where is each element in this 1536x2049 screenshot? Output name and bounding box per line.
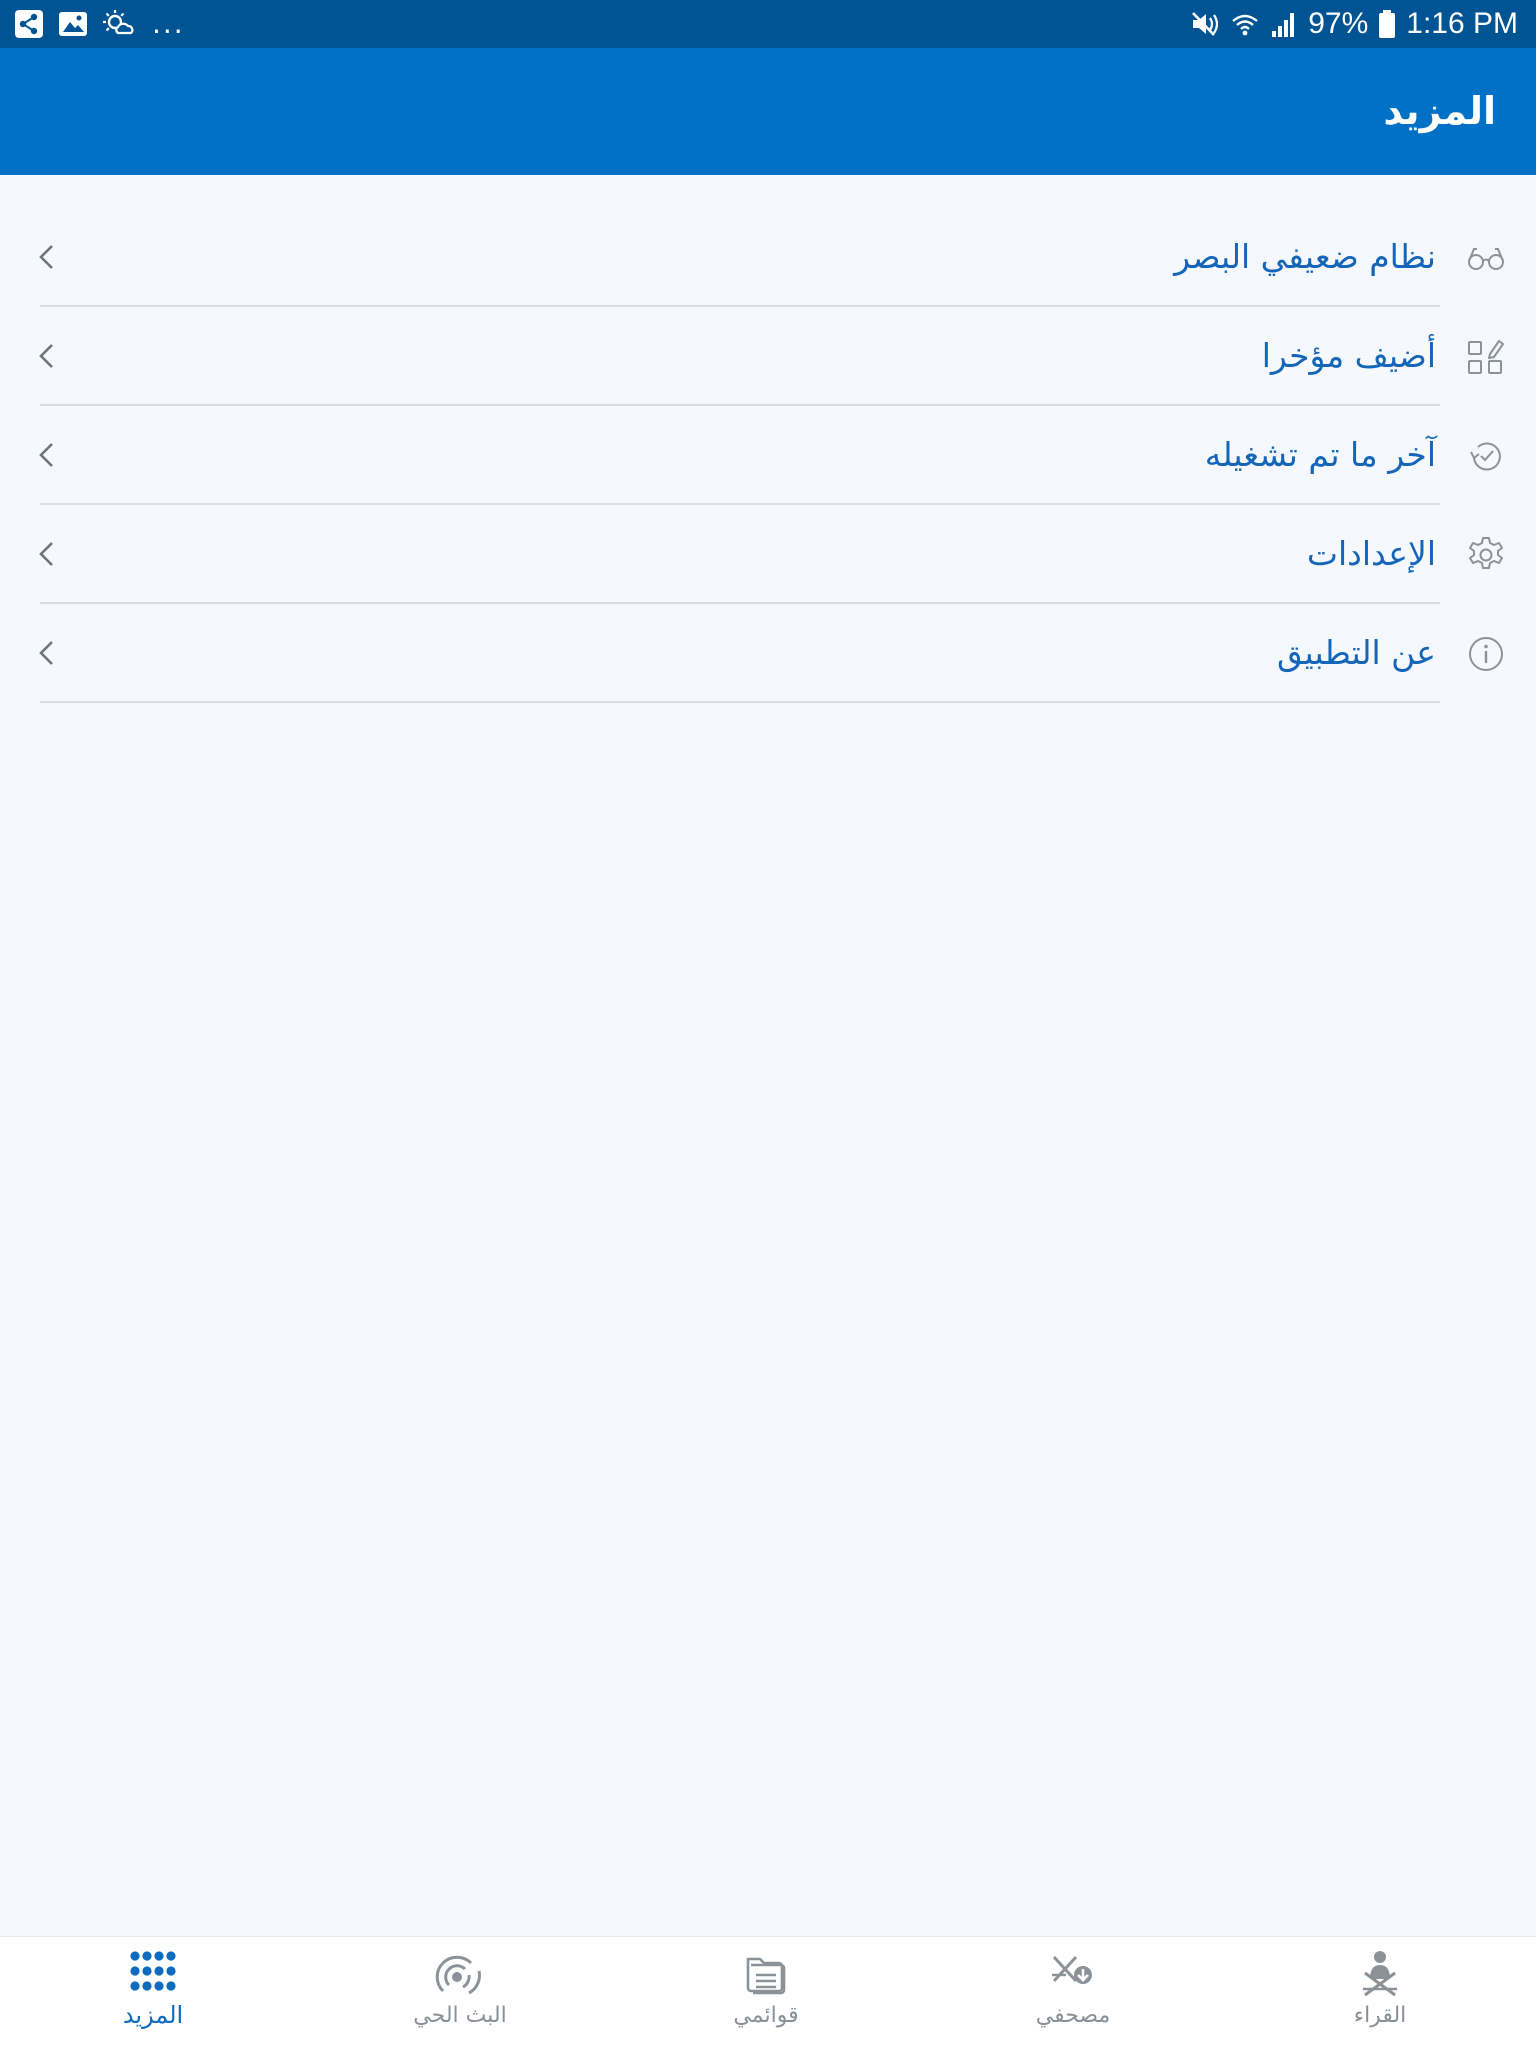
menu-item-label: الإعدادات — [1306, 534, 1436, 573]
status-bar: ... 97% 1:16 PM — [0, 0, 1536, 48]
nav-tab-playlists[interactable]: قوائمي — [666, 1937, 866, 2049]
app-bar: المزيد — [0, 48, 1536, 175]
status-bar-notifications: ... — [14, 6, 185, 42]
reciter-icon — [1363, 1951, 1397, 1997]
more-dots-icon — [130, 1951, 176, 1991]
share-icon — [14, 9, 44, 39]
menu-item-recently-added[interactable]: أضيف مؤخرا — [0, 307, 1536, 406]
nav-label: البث الحي — [413, 2003, 507, 2028]
more-menu-list: نظام ضعيفي البصر أضيف مؤخرا آخر ما تم تش… — [0, 208, 1536, 703]
mute-icon — [1190, 9, 1220, 39]
history-icon — [1466, 436, 1506, 476]
wifi-icon — [1230, 9, 1260, 39]
playlists-icon — [746, 1957, 786, 1995]
weather-icon — [102, 9, 136, 39]
nav-tab-live-broadcast[interactable]: البث الحي — [360, 1937, 560, 2049]
nav-tab-more[interactable]: المزيد — [53, 1937, 253, 2049]
nav-label: مصحفي — [1035, 2003, 1111, 2028]
chevron-left-icon — [39, 641, 53, 665]
menu-item-label: آخر ما تم تشغيله — [1204, 435, 1436, 474]
signal-icon — [1270, 9, 1298, 39]
chevron-left-icon — [39, 443, 53, 467]
nav-label: القراء — [1353, 2003, 1407, 2028]
notification-overflow: ... — [152, 7, 185, 40]
page-title: المزيد — [1383, 89, 1496, 133]
clock: 1:16 PM — [1406, 7, 1518, 40]
nav-tab-my-mushaf[interactable]: مصحفي — [973, 1937, 1173, 2049]
chevron-left-icon — [39, 542, 53, 566]
menu-item-settings[interactable]: الإعدادات — [0, 505, 1536, 604]
live-broadcast-icon — [435, 1955, 481, 1995]
glasses-icon — [1466, 238, 1506, 278]
gear-icon — [1466, 535, 1506, 575]
my-mushaf-icon — [1052, 1955, 1092, 1984]
menu-item-label: أضيف مؤخرا — [1261, 336, 1436, 375]
nav-label: قوائمي — [733, 2003, 799, 2028]
image-icon — [58, 9, 88, 39]
status-bar-system: 97% 1:16 PM — [1190, 4, 1518, 44]
bottom-navigation: المزيد البث الحي قوائمي مصحفي القراء — [0, 1936, 1536, 2049]
menu-item-low-vision[interactable]: نظام ضعيفي البصر — [0, 208, 1536, 307]
divider — [40, 701, 1440, 703]
battery-percent: 97% — [1308, 7, 1369, 40]
menu-item-label: عن التطبيق — [1277, 633, 1436, 672]
nav-label: المزيد — [122, 2001, 184, 2029]
battery-icon — [1378, 9, 1396, 39]
menu-item-about[interactable]: عن التطبيق — [0, 604, 1536, 703]
menu-item-last-played[interactable]: آخر ما تم تشغيله — [0, 406, 1536, 505]
menu-item-label: نظام ضعيفي البصر — [1174, 237, 1436, 276]
nav-tab-reciters[interactable]: القراء — [1280, 1937, 1480, 2049]
chevron-left-icon — [39, 344, 53, 368]
grid-edit-icon — [1466, 337, 1506, 377]
chevron-left-icon — [39, 245, 53, 269]
info-icon — [1466, 634, 1506, 674]
